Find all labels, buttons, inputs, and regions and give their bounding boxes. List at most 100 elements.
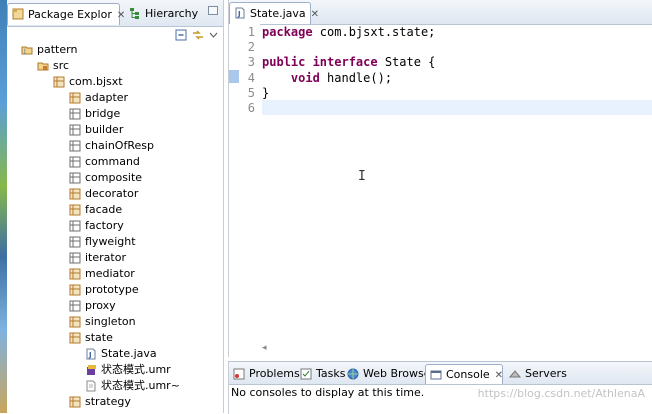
tree-item[interactable]: builder [7,122,222,138]
tree-item[interactable]: state [7,330,222,346]
tree-item-label: mediator [85,267,135,280]
tree-item-label: singleton [85,315,136,328]
tab-state-java-label: State.java [250,7,306,20]
line-number: 3 [247,55,255,70]
tree-item-label: bridge [85,107,121,120]
hierarchy-icon [130,8,139,19]
code-line: public interface State { [262,55,435,70]
code-keyword: void [262,70,320,85]
tree-item-label: decorator [85,187,139,200]
close-icon[interactable]: ✕ [117,5,125,27]
tree-item[interactable]: mediator [7,266,222,282]
tree-item[interactable]: src [7,58,222,74]
tab-console[interactable]: Console ✕ [425,364,503,384]
tree-item[interactable]: chainOfResp [7,138,222,154]
code-text: handle(); [319,70,393,85]
code-line: void handle(); [262,71,392,86]
tab-web-browser[interactable]: Web Browser [343,364,435,384]
link-with-editor-icon[interactable] [192,29,204,41]
tree-item-label: pattern [37,43,78,56]
tab-servers[interactable]: Servers [505,364,575,384]
package-icon [69,92,81,104]
code-text: com.bjsxt.state; [312,25,436,39]
tree-item[interactable]: flyweight [7,234,222,250]
scroll-left-icon[interactable]: ◂ [262,343,267,353]
line-number: 5 [247,85,255,100]
tree-item[interactable]: Jpattern [7,42,222,58]
svg-text:J: J [23,48,26,55]
line-number: 6 [247,101,255,115]
tab-tasks[interactable]: Tasks [296,364,346,384]
project-icon: J [21,46,33,55]
tree-item[interactable]: bridge [7,106,222,122]
tree-item[interactable]: command [7,154,222,170]
tree-item[interactable]: decorator [7,186,222,202]
package-explorer-icon [12,8,24,20]
tree-item[interactable]: 状态模式.umr [7,362,222,378]
tree-item-label: prototype [85,283,139,296]
uml-file-icon [87,365,96,375]
line-number: 2 [247,40,255,55]
web-browser-icon [347,368,359,380]
tree-item[interactable]: proxy [7,298,222,314]
tree-item[interactable]: prototype [7,282,222,298]
desktop-background-strip [0,0,7,413]
tree-item-label: 状态模式.umr~ [101,379,180,392]
problems-icon [233,368,245,380]
tab-problems[interactable]: Problems [229,364,300,384]
svg-text:J: J [237,10,241,18]
tab-package-explorer[interactable]: Package Explor ✕ [7,3,125,25]
tree-item-label: State.java [101,347,157,360]
source-folder-icon [37,62,49,71]
tree-item-label: flyweight [85,235,136,248]
explorer-tab-bar: Package Explor ✕ Hierarchy [7,0,223,27]
svg-text:J: J [88,351,92,359]
tree-item-label: builder [85,123,124,136]
code-text: } [262,85,270,100]
console-icon [430,370,442,380]
tree-item[interactable]: factory [7,218,222,234]
tree-item[interactable]: iterator [7,250,222,266]
tree-item[interactable]: strategy [7,394,222,410]
watermark: https://blog.csdn.net/AthlenaA [477,387,645,400]
tree-item[interactable]: adapter [7,90,222,106]
code-line: } [262,86,269,101]
tree-item-label: chainOfResp [85,139,154,152]
package-icon [69,220,81,232]
tree-item[interactable]: singleton [7,314,222,330]
console-panel: Problems Tasks Web Browser Console ✕ Servers … [228,361,652,414]
tree-item[interactable]: J State.java [7,346,222,362]
package-icon [69,124,81,136]
java-file-icon: J [86,348,96,360]
file-icon [86,380,96,392]
tab-state-java[interactable]: J State.java ✕ [229,2,319,24]
close-icon[interactable]: ✕ [311,4,319,26]
bottom-tab-bar: Problems Tasks Web Browser Console ✕ Servers [229,362,652,385]
minimize-icon[interactable] [208,6,218,15]
view-menu-icon[interactable] [209,31,218,39]
package-icon [69,204,81,216]
bottom-tab-label: Problems [249,367,300,380]
bottom-tab-label: Tasks [316,367,346,380]
tasks-icon [300,368,312,380]
tree-item[interactable]: com.bjsxt [7,74,222,90]
tree-item[interactable]: 状态模式.umr~ [7,378,222,394]
tree-item[interactable]: facade [7,202,222,218]
tree-item-label: com.bjsxt [69,75,123,88]
horizontal-scrollbar[interactable]: ◂ [262,343,652,356]
package-icon [69,300,81,312]
package-icon [69,268,81,280]
collapse-all-icon[interactable] [175,29,187,41]
package-icon [69,188,81,200]
close-icon[interactable]: ✕ [495,366,503,386]
tree-item-label: iterator [85,251,126,264]
tree-item-label: composite [85,171,143,184]
tab-package-explorer-label: Package Explor [28,8,112,21]
code-editor-panel: J State.java ✕ I ◂ 1 package com.bjsxt.sta… [228,0,652,357]
line-number: 1 [247,25,255,39]
tree-item-label: command [85,155,140,168]
tab-hierarchy[interactable]: Hierarchy [125,3,205,25]
tree-item-label: facade [85,203,123,216]
code-line: package com.bjsxt.state; [262,25,435,40]
tree-item[interactable]: composite [7,170,222,186]
